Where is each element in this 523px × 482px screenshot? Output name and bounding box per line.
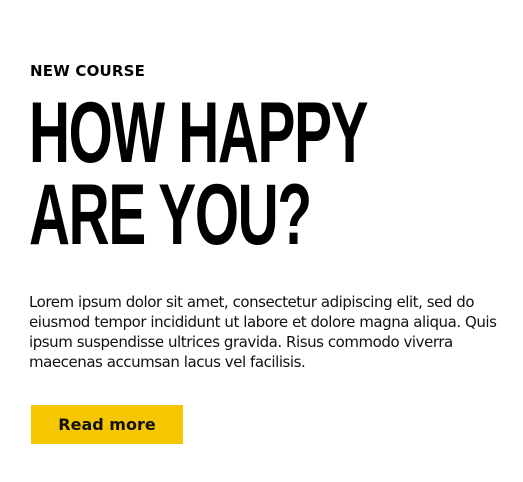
headline-line-2: ARE YOU?	[29, 167, 312, 263]
read-more-button[interactable]: Read more	[31, 405, 183, 444]
headline-line-1: HOW HAPPY	[29, 85, 368, 181]
course-card: NEW COURSE HOW HAPPY ARE YOU? Lorem ipsu…	[29, 0, 499, 482]
eyebrow-label: NEW COURSE	[30, 62, 146, 80]
body-paragraph: Lorem ipsum dolor sit amet, consectetur …	[29, 293, 497, 371]
headline: HOW HAPPY ARE YOU?	[29, 85, 368, 263]
